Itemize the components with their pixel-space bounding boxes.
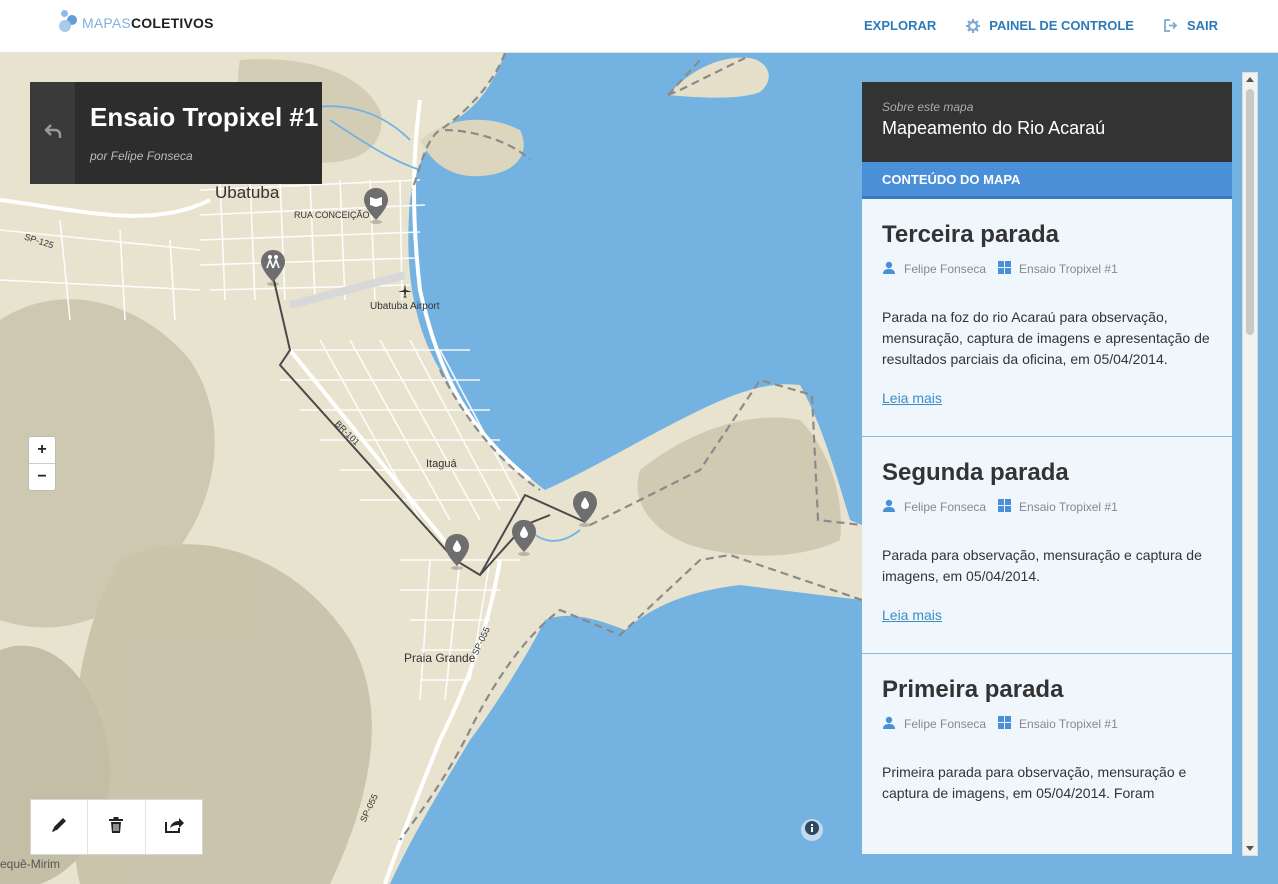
zoom-out-button[interactable]: − bbox=[29, 464, 55, 490]
logo-text-light: MAPAS bbox=[82, 15, 131, 31]
entry-title[interactable]: Terceira parada bbox=[882, 221, 1212, 249]
entry-title[interactable]: Segunda parada bbox=[882, 459, 1212, 487]
entry-title[interactable]: Primeira parada bbox=[882, 676, 1212, 704]
read-more-link[interactable]: Leia mais bbox=[882, 390, 942, 406]
back-button[interactable] bbox=[30, 82, 75, 184]
logo-bubbles-icon bbox=[58, 10, 78, 36]
zoom-in-button[interactable]: + bbox=[29, 437, 55, 464]
map-marker-people[interactable] bbox=[261, 250, 285, 291]
panel-scrollbar[interactable] bbox=[1242, 72, 1258, 856]
nav-explorar[interactable]: EXPLORAR bbox=[864, 18, 936, 33]
entry-description: Primeira parada para observação, mensura… bbox=[882, 764, 1187, 801]
top-navbar: MAPASCOLETIVOS EXPLORAR PAINEL DE CONTRO… bbox=[0, 0, 1278, 53]
grid-map-icon bbox=[998, 261, 1012, 277]
map-label-mirim: equê-Mirim bbox=[0, 857, 61, 871]
edit-button[interactable] bbox=[31, 800, 89, 854]
nav-painel-label: PAINEL DE CONTROLE bbox=[989, 18, 1134, 33]
map-marker-drop-3[interactable] bbox=[573, 491, 597, 532]
panel-header: Sobre este mapa Mapeamento do Rio Acaraú bbox=[862, 82, 1232, 162]
entry-meta: Felipe Fonseca Ensaio Tropixel #1 bbox=[882, 261, 1212, 277]
entry-meta: Felipe Fonseca Ensaio Tropixel #1 bbox=[882, 499, 1212, 515]
scroll-down-arrow-icon[interactable] bbox=[1246, 846, 1254, 851]
logo-text-bold: COLETIVOS bbox=[130, 15, 214, 31]
nav-sair[interactable]: SAIR bbox=[1164, 18, 1218, 33]
map-label-rua: RUA CONCEIÇÃO bbox=[294, 210, 370, 220]
entry-map-name[interactable]: Ensaio Tropixel #1 bbox=[1019, 500, 1118, 514]
entry-author[interactable]: Felipe Fonseca bbox=[904, 262, 986, 276]
content-entry: Segunda parada Felipe Fonseca Ensaio Tro… bbox=[862, 437, 1232, 654]
user-icon bbox=[882, 261, 896, 277]
map-title-card: Ensaio Tropixel #1 por Felipe Fonseca bbox=[30, 82, 322, 184]
map-label-ubatuba: Ubatuba bbox=[215, 183, 280, 202]
read-more-link[interactable]: Leia mais bbox=[882, 607, 942, 623]
pencil-icon bbox=[50, 816, 68, 839]
content-entry: Terceira parada Felipe Fonseca Ensaio Tr… bbox=[862, 199, 1232, 437]
trash-icon bbox=[108, 816, 124, 839]
map-marker-book[interactable] bbox=[364, 188, 388, 229]
scroll-thumb[interactable] bbox=[1246, 89, 1254, 335]
share-icon bbox=[164, 816, 184, 839]
grid-map-icon bbox=[998, 499, 1012, 515]
entry-author[interactable]: Felipe Fonseca bbox=[904, 717, 986, 731]
map-marker-drop-1[interactable] bbox=[445, 534, 469, 575]
entry-description: Parada para observação, mensuração e cap… bbox=[882, 547, 1202, 584]
user-icon bbox=[882, 499, 896, 515]
map-info-panel: Sobre este mapa Mapeamento do Rio Acaraú… bbox=[862, 82, 1232, 854]
delete-button[interactable] bbox=[88, 800, 146, 854]
entry-map-name[interactable]: Ensaio Tropixel #1 bbox=[1019, 717, 1118, 731]
user-icon bbox=[882, 716, 896, 732]
airport-icon bbox=[398, 284, 412, 303]
map-label-itagua: Itaguá bbox=[426, 458, 457, 470]
info-button[interactable] bbox=[801, 819, 823, 841]
grid-map-icon bbox=[998, 716, 1012, 732]
panel-subtitle: Sobre este mapa bbox=[882, 100, 974, 114]
info-icon bbox=[805, 820, 819, 840]
zoom-control: + − bbox=[28, 436, 56, 491]
gear-icon bbox=[966, 18, 981, 33]
nav-sair-label: SAIR bbox=[1186, 18, 1218, 33]
undo-arrow-icon bbox=[43, 123, 62, 144]
main-nav: EXPLORAR PAINEL DE CONTROLE SAIR bbox=[864, 18, 1218, 33]
map-label-praia-grande: Praia Grande bbox=[404, 651, 476, 665]
entry-author[interactable]: Felipe Fonseca bbox=[904, 500, 986, 514]
tab-conteudo-do-mapa[interactable]: CONTEÚDO DO MAPA bbox=[862, 162, 1232, 199]
logout-icon bbox=[1164, 19, 1178, 32]
entry-description: Parada na foz do rio Acaraú para observa… bbox=[882, 309, 1210, 367]
map-author: por Felipe Fonseca bbox=[90, 149, 193, 163]
logo[interactable]: MAPASCOLETIVOS bbox=[58, 10, 214, 36]
scroll-up-arrow-icon[interactable] bbox=[1246, 77, 1254, 82]
nav-explorar-label: EXPLORAR bbox=[864, 18, 937, 33]
map-title: Ensaio Tropixel #1 bbox=[90, 102, 319, 132]
map-toolbar bbox=[30, 799, 203, 855]
entry-map-name[interactable]: Ensaio Tropixel #1 bbox=[1019, 262, 1118, 276]
share-button[interactable] bbox=[146, 800, 202, 854]
content-entry: Primeira parada Felipe Fonseca Ensaio Tr… bbox=[862, 654, 1232, 804]
map-marker-drop-2[interactable] bbox=[512, 520, 536, 561]
nav-painel-de-controle[interactable]: PAINEL DE CONTROLE bbox=[966, 18, 1134, 33]
entry-meta: Felipe Fonseca Ensaio Tropixel #1 bbox=[882, 716, 1212, 732]
panel-title: Mapeamento do Rio Acaraú bbox=[882, 118, 1106, 138]
